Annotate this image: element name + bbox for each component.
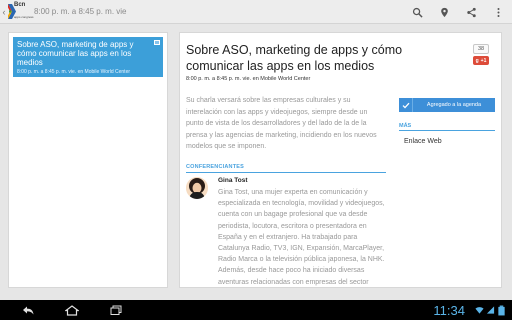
more-header: MÁS xyxy=(399,123,412,129)
location-icon xyxy=(441,7,448,17)
speakers-header: CONFERENCIANTES xyxy=(186,164,245,170)
share-button[interactable] xyxy=(458,0,485,24)
speaker-name[interactable]: Gina Tost xyxy=(218,177,248,184)
battery-icon xyxy=(498,305,505,315)
home-button[interactable] xyxy=(50,300,94,320)
clock: 11:34 xyxy=(433,302,465,318)
signal-icon xyxy=(486,306,495,314)
speaker-bio: Gina Tost, una mujer experta en comunica… xyxy=(218,189,385,286)
wifi-icon xyxy=(475,307,484,314)
up-caret-icon[interactable]: ‹ xyxy=(0,0,8,24)
search-icon xyxy=(412,7,423,18)
recents-button[interactable] xyxy=(94,300,138,320)
gplus-button[interactable]: g +1 xyxy=(473,56,489,65)
action-bar-actions xyxy=(404,0,512,24)
overflow-icon xyxy=(497,7,500,17)
add-to-agenda-label: Agregado a la agenda xyxy=(426,102,482,108)
back-icon xyxy=(23,306,34,314)
action-bar-title: 8:00 p. m. a 8:45 p. m. vie xyxy=(34,7,127,16)
back-button[interactable] xyxy=(6,300,50,320)
web-link[interactable]: Enlace Web xyxy=(404,138,442,145)
app-logo[interactable]: Bcn apps congress xyxy=(8,2,34,20)
session-detail: Sobre ASO, marketing de apps y cómo comu… xyxy=(179,32,502,288)
session-description: Su charla versará sobre las empresas cul… xyxy=(186,97,377,150)
more-divider xyxy=(399,130,495,131)
session-list: Sobre ASO, marketing de apps y cómo comu… xyxy=(8,32,168,288)
check-icon xyxy=(399,98,413,112)
share-icon xyxy=(467,7,476,17)
share-count: 38 xyxy=(473,44,489,54)
logo-subtext: apps congress xyxy=(14,15,34,19)
add-to-agenda-button[interactable]: Agregado a la agenda xyxy=(399,98,495,112)
status-area[interactable]: 11:34 xyxy=(433,300,512,320)
overflow-menu-button[interactable] xyxy=(485,0,512,24)
speaker-avatar[interactable] xyxy=(186,177,208,199)
home-icon xyxy=(65,304,79,316)
speakers-divider xyxy=(186,172,386,173)
list-item[interactable]: Sobre ASO, marketing de apps y cómo comu… xyxy=(13,37,163,77)
speaker-photo xyxy=(186,177,208,199)
favorite-flag-icon[interactable] xyxy=(154,40,160,45)
gplus-label: +1 xyxy=(480,57,487,64)
recents-icon xyxy=(110,305,122,315)
logo-text: Bcn xyxy=(14,2,26,8)
action-bar: ‹ Bcn apps congress 8:00 p. m. a 8:45 p.… xyxy=(0,0,512,24)
gplus-icon: g xyxy=(475,57,479,64)
location-button[interactable] xyxy=(431,0,458,24)
list-item-subtitle: 8:00 p. m. a 8:45 p. m. vie. en Mobile W… xyxy=(17,69,131,75)
list-item-title: Sobre ASO, marketing de apps y cómo comu… xyxy=(17,40,134,67)
session-title: Sobre ASO, marketing de apps y cómo comu… xyxy=(186,43,403,73)
session-meta: 8:00 p. m. a 8:45 p. m. vie. en Mobile W… xyxy=(186,76,311,82)
search-button[interactable] xyxy=(404,0,431,24)
